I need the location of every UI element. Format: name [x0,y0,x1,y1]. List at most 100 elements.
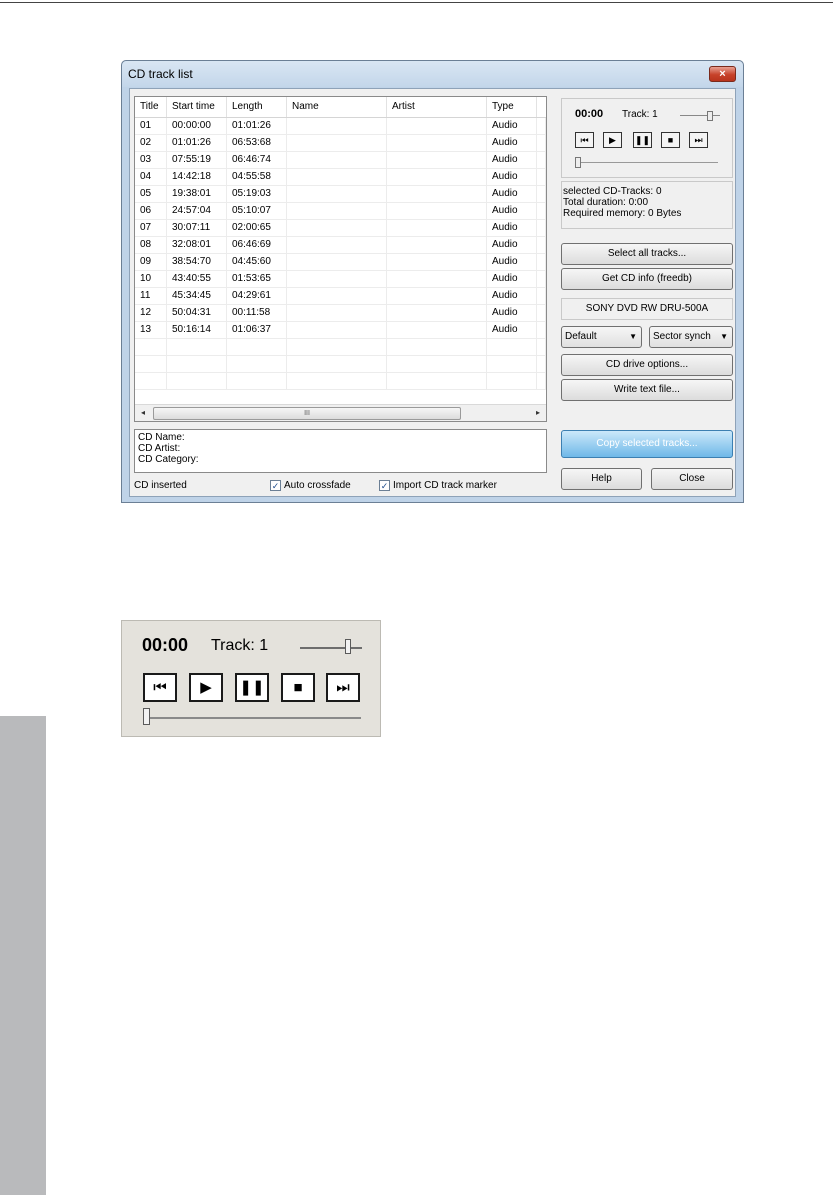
cell-title: 02 [135,135,167,152]
pause-icon[interactable]: ❚❚ [633,132,652,148]
play-icon[interactable]: ▶ [603,132,622,148]
table-row[interactable] [135,339,546,356]
cell-title [135,339,167,356]
cell-start: 32:08:01 [167,237,227,254]
cell-length: 02:00:65 [227,220,287,237]
zoom-volume-slider[interactable] [300,639,362,654]
cell-artist [387,152,487,169]
zoom-position-slider[interactable] [143,708,361,725]
sync-dropdown[interactable]: Sector synch ▼ [649,326,733,348]
cell-artist [387,169,487,186]
import-marker-label: Import CD track marker [393,480,497,491]
column-header-type[interactable]: Type [487,97,537,117]
cell-type: Audio [487,237,537,254]
cell-title: 09 [135,254,167,271]
cell-length: 05:10:07 [227,203,287,220]
table-row[interactable]: 04 14:42:18 04:55:58 Audio [135,169,546,186]
chevron-down-icon[interactable]: ▼ [720,327,728,347]
cell-start: 50:04:31 [167,305,227,322]
table-row[interactable]: 13 50:16:14 01:06:37 Audio [135,322,546,339]
skip-forward-icon[interactable]: ⏭ [326,673,360,702]
cell-overflow [537,373,546,390]
cell-name [287,339,387,356]
column-header-name[interactable]: Name [287,97,387,117]
cell-type: Audio [487,288,537,305]
table-row[interactable]: 07 30:07:11 02:00:65 Audio [135,220,546,237]
cell-type [487,373,537,390]
cell-type: Audio [487,322,537,339]
checkmark-icon[interactable]: ✓ [379,480,390,491]
cell-length [227,373,287,390]
skip-back-icon[interactable]: ⏮ [143,673,177,702]
volume-slider-handle[interactable] [707,111,713,121]
cell-start: 01:01:26 [167,135,227,152]
stop-icon[interactable]: ■ [281,673,315,702]
play-icon[interactable]: ▶ [189,673,223,702]
status-text: CD inserted [134,480,187,491]
chevron-down-icon[interactable]: ▼ [629,327,637,347]
position-slider-handle[interactable] [575,157,581,168]
skip-back-icon[interactable]: ⏮ [575,132,594,148]
table-row[interactable]: 03 07:55:19 06:46:74 Audio [135,152,546,169]
scroll-right-icon[interactable]: ▸ [530,405,546,421]
zoom-player-track: Track: 1 [211,637,269,654]
get-cd-info-button[interactable]: Get CD info (freedb) [561,268,733,290]
cell-artist [387,254,487,271]
cell-title [135,373,167,390]
cell-start: 14:42:18 [167,169,227,186]
cell-overflow [537,254,546,271]
table-row[interactable]: 12 50:04:31 00:11:58 Audio [135,305,546,322]
column-header-title[interactable]: Title [135,97,167,117]
scroll-left-icon[interactable]: ◂ [135,405,151,421]
table-row[interactable]: 08 32:08:01 06:46:69 Audio [135,237,546,254]
cell-length: 06:46:69 [227,237,287,254]
column-header-start-time[interactable]: Start time [167,97,227,117]
table-row[interactable]: 01 00:00:00 01:01:26 Audio [135,118,546,135]
table-row[interactable]: 09 38:54:70 04:45:60 Audio [135,254,546,271]
list-header: Title Start time Length Name Artist Type [135,97,546,118]
skip-forward-icon[interactable]: ⏭ [689,132,708,148]
speed-dropdown[interactable]: Default ▼ [561,326,642,348]
import-marker-checkbox[interactable]: ✓ Import CD track marker [379,480,497,491]
column-header-length[interactable]: Length [227,97,287,117]
cell-overflow [537,220,546,237]
write-text-file-button[interactable]: Write text file... [561,379,733,401]
pause-icon[interactable]: ❚❚ [235,673,269,702]
cell-title: 11 [135,288,167,305]
cell-artist [387,271,487,288]
close-icon[interactable]: × [709,66,736,82]
table-row[interactable] [135,356,546,373]
table-row[interactable]: 06 24:57:04 05:10:07 Audio [135,203,546,220]
checkmark-icon[interactable]: ✓ [270,480,281,491]
auto-crossfade-checkbox[interactable]: ✓ Auto crossfade [270,480,351,491]
cell-overflow [537,288,546,305]
table-row[interactable]: 10 43:40:55 01:53:65 Audio [135,271,546,288]
cell-artist [387,373,487,390]
column-header-artist[interactable]: Artist [387,97,487,117]
copy-selected-tracks-button[interactable]: Copy selected tracks... [561,430,733,458]
cell-name [287,186,387,203]
volume-slider[interactable] [680,111,720,121]
scroll-thumb[interactable]: III [153,407,461,420]
table-row[interactable] [135,373,546,390]
table-row[interactable]: 05 19:38:01 05:19:03 Audio [135,186,546,203]
cell-length: 01:06:37 [227,322,287,339]
cell-type [487,356,537,373]
cell-overflow [537,203,546,220]
zoom-volume-slider-handle[interactable] [345,639,351,654]
track-list-view[interactable]: Title Start time Length Name Artist Type… [134,96,547,422]
player-detail-zoom: 00:00 Track: 1 ⏮ ▶ ❚❚ ■ ⏭ [121,620,381,737]
horizontal-scrollbar[interactable]: ◂ III ▸ [135,404,546,421]
cell-start: 45:34:45 [167,288,227,305]
close-button[interactable]: Close [651,468,733,490]
select-all-tracks-button[interactable]: Select all tracks... [561,243,733,265]
position-slider[interactable] [575,157,718,168]
zoom-position-slider-handle[interactable] [143,708,150,725]
cell-start [167,373,227,390]
stop-icon[interactable]: ■ [661,132,680,148]
table-row[interactable]: 02 01:01:26 06:53:68 Audio [135,135,546,152]
help-button[interactable]: Help [561,468,642,490]
cell-length: 04:29:61 [227,288,287,305]
table-row[interactable]: 11 45:34:45 04:29:61 Audio [135,288,546,305]
cd-drive-options-button[interactable]: CD drive options... [561,354,733,376]
